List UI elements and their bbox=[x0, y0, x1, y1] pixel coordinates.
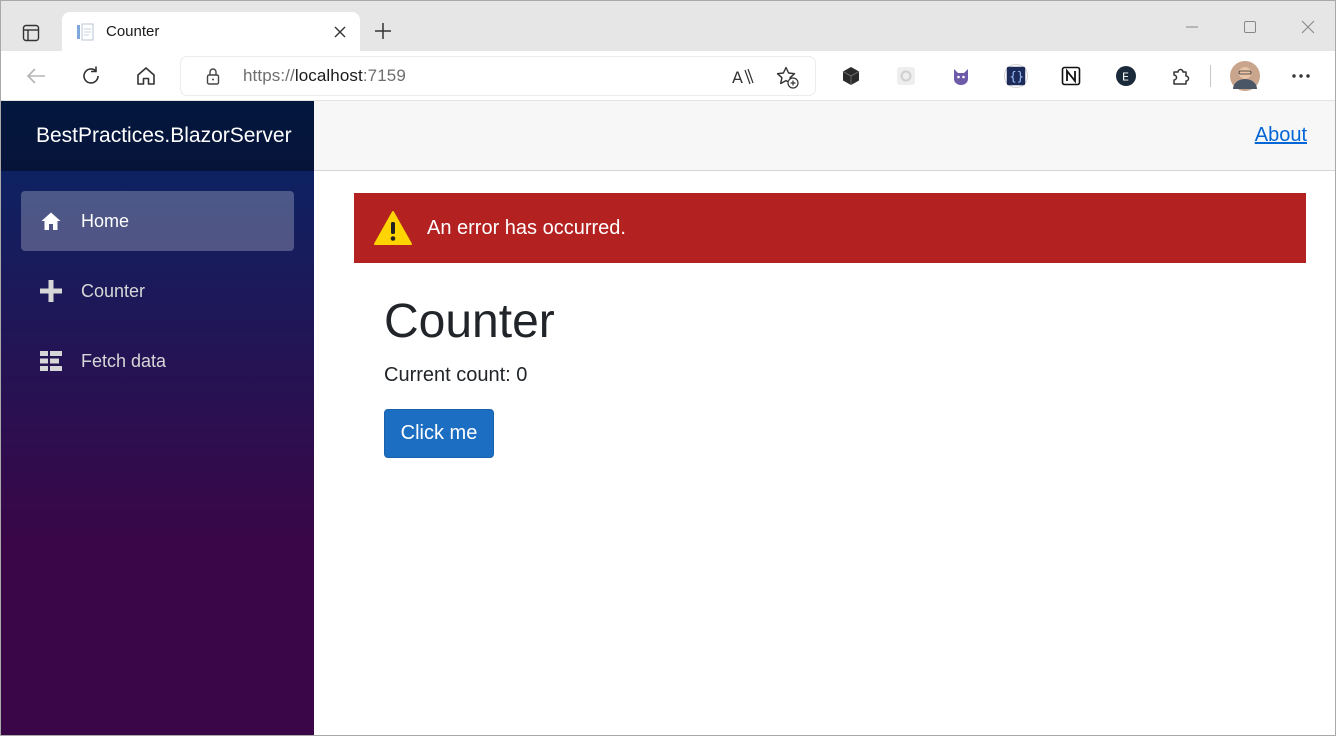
minimize-icon[interactable] bbox=[1169, 11, 1215, 43]
gear-icon[interactable] bbox=[894, 64, 918, 88]
lock-icon[interactable] bbox=[203, 66, 223, 86]
page-icon bbox=[74, 21, 96, 43]
cat-icon[interactable] bbox=[949, 64, 973, 88]
top-row: About bbox=[314, 101, 1335, 171]
home-icon[interactable] bbox=[130, 60, 162, 92]
favorite-add-icon[interactable] bbox=[774, 64, 800, 90]
more-icon[interactable] bbox=[1285, 60, 1317, 92]
close-window-icon[interactable] bbox=[1285, 11, 1331, 43]
notion-icon[interactable] bbox=[1059, 64, 1083, 88]
e-icon[interactable]: E bbox=[1114, 64, 1138, 88]
browser-window: Counter https://localhost:7159 A {} E Be… bbox=[0, 0, 1336, 736]
warning-icon bbox=[374, 210, 412, 246]
brand-bar: BestPractices.BlazorServer bbox=[1, 101, 314, 171]
svg-text:{}: {} bbox=[1010, 70, 1024, 84]
toolbar-divider bbox=[1210, 65, 1211, 87]
avatar[interactable] bbox=[1229, 60, 1261, 92]
browser-tab[interactable]: Counter bbox=[62, 12, 360, 52]
plus-icon bbox=[40, 280, 62, 302]
maximize-icon[interactable] bbox=[1227, 11, 1273, 43]
tab-title: Counter bbox=[106, 23, 160, 40]
puzzle-icon[interactable] bbox=[1169, 64, 1193, 88]
svg-text:E: E bbox=[1122, 71, 1129, 84]
error-banner: An error has occurred. bbox=[354, 193, 1306, 263]
error-message: An error has occurred. bbox=[427, 217, 626, 239]
nav-label-counter: Counter bbox=[81, 281, 146, 301]
svg-text:A: A bbox=[732, 68, 743, 87]
close-tab-icon[interactable] bbox=[330, 22, 350, 42]
json-icon[interactable]: {} bbox=[1004, 64, 1028, 88]
brand-title[interactable]: BestPractices.BlazorServer bbox=[36, 124, 292, 148]
about-link[interactable]: About bbox=[1255, 124, 1307, 147]
sidebar-item-fetch-data[interactable]: Fetch data bbox=[21, 331, 294, 391]
url-host: localhost bbox=[294, 66, 363, 85]
browser-toolbar: https://localhost:7159 A {} E bbox=[1, 51, 1335, 101]
address-bar[interactable]: https://localhost:7159 A bbox=[181, 57, 815, 95]
back-icon[interactable] bbox=[20, 60, 52, 92]
current-count: Current count: 0 bbox=[384, 364, 528, 386]
sidebar-item-counter[interactable]: Counter bbox=[21, 261, 294, 321]
url-port: :7159 bbox=[362, 66, 406, 85]
home-icon bbox=[40, 210, 62, 232]
tab-actions-icon[interactable] bbox=[17, 19, 45, 47]
refresh-icon[interactable] bbox=[75, 60, 107, 92]
nav-label-fetch-data: Fetch data bbox=[81, 351, 167, 371]
cube-icon[interactable] bbox=[839, 64, 863, 88]
sidebar-item-home[interactable]: Home bbox=[21, 191, 294, 251]
list-icon bbox=[40, 350, 62, 372]
page-title: Counter bbox=[384, 295, 555, 348]
click-me-button[interactable]: Click me bbox=[384, 409, 494, 458]
sidebar: BestPractices.BlazorServer Home Counter … bbox=[1, 101, 314, 735]
nav-label-home: Home bbox=[81, 211, 130, 231]
read-aloud-icon[interactable]: A bbox=[729, 64, 755, 90]
url-scheme: https:// bbox=[243, 66, 295, 85]
new-tab-icon[interactable] bbox=[369, 17, 397, 45]
tab-bar: Counter bbox=[1, 1, 1335, 52]
url-text: https://localhost:7159 bbox=[243, 66, 406, 86]
